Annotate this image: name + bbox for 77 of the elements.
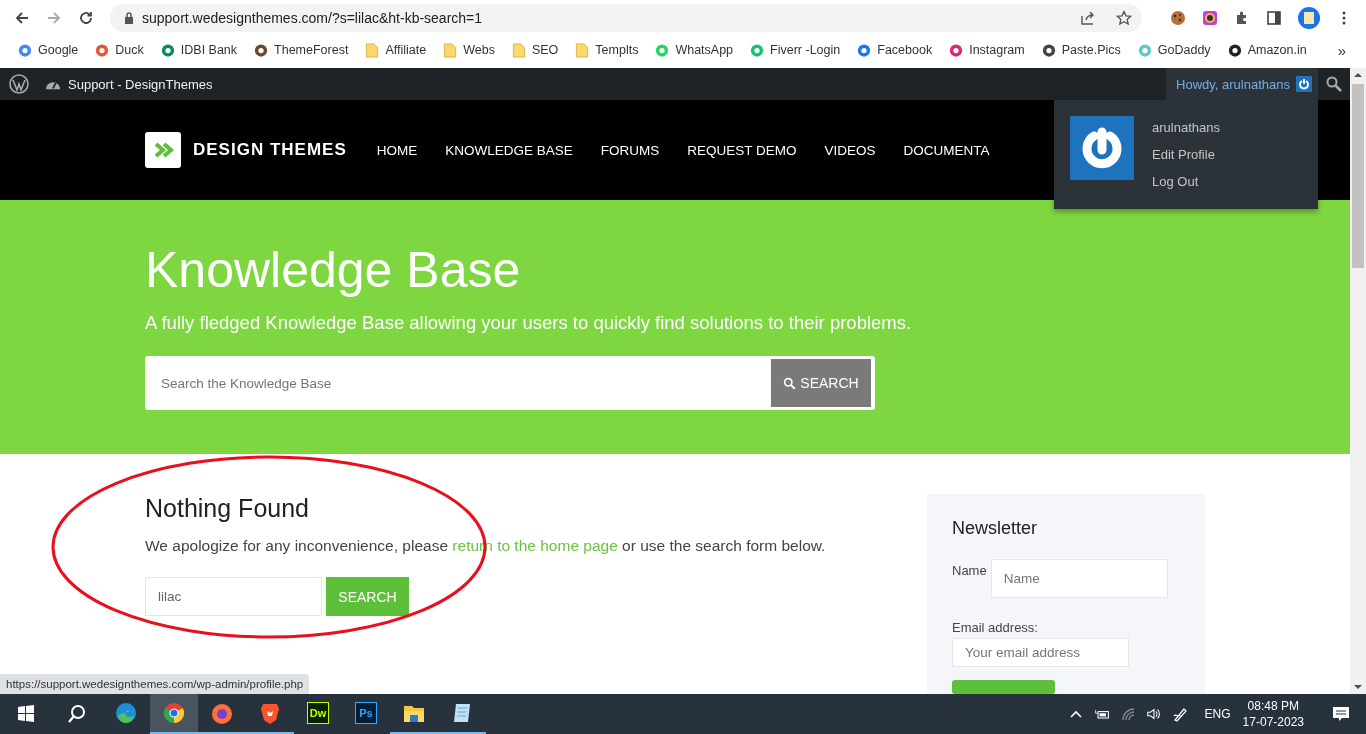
taskbar-app[interactable]: Ps xyxy=(342,694,390,734)
site-icon xyxy=(750,42,765,58)
address-bar[interactable]: support.wedesignthemes.com/?s=lilac&ht-kb-search=1 xyxy=(110,4,1142,32)
username: arulnathans xyxy=(1152,120,1220,135)
edge-icon xyxy=(114,701,138,725)
name-label: Name xyxy=(952,563,987,578)
bookmark-link[interactable]: SEO xyxy=(511,42,559,58)
site-icon xyxy=(857,42,872,58)
bookmark-link[interactable]: Templts xyxy=(575,42,639,58)
bookmark-link[interactable]: Affiliate xyxy=(365,42,427,58)
hero-subtitle: A fully fledged Knowledge Base allowing your users to quickly find solutions to their problems. xyxy=(145,312,913,334)
search-button[interactable]: SEARCH xyxy=(771,359,871,407)
email-label: Email address: xyxy=(952,620,1038,635)
nav-link[interactable]: DOCUMENTA xyxy=(903,142,990,158)
lock-icon xyxy=(124,12,134,24)
share-icon[interactable] xyxy=(1080,10,1096,26)
more-bookmarks[interactable]: » xyxy=(1337,41,1346,59)
site-icon xyxy=(18,42,32,58)
site-icon xyxy=(1137,42,1152,58)
bookmark-link[interactable]: IDBI Bank xyxy=(160,42,238,58)
site-icon xyxy=(95,42,110,58)
nav-link[interactable]: REQUEST DEMO xyxy=(687,142,797,158)
photoshop-icon: Ps xyxy=(355,702,377,724)
folder-icon xyxy=(365,42,380,58)
power-avatar-icon xyxy=(1296,76,1312,92)
site-icon xyxy=(1227,42,1242,58)
status-url: https://support.wedesignthemes.com/wp-admin/profile.php xyxy=(0,674,310,694)
dreamweaver-icon: Dw xyxy=(307,702,329,724)
lion-shield-icon xyxy=(258,701,282,725)
folder-icon xyxy=(511,42,526,58)
email-field[interactable]: Your email address xyxy=(952,638,1129,667)
search-field[interactable]: Search the Knowledge Base SEARCH xyxy=(145,356,875,410)
nav-link[interactable]: VIDEOS xyxy=(824,142,876,158)
language-indicator[interactable]: ENG xyxy=(1204,707,1231,721)
site-icon xyxy=(655,42,670,58)
bookmark-link[interactable]: Fiverr -Login xyxy=(750,42,841,58)
account-menu[interactable]: Howdy, arulnathans xyxy=(1166,68,1318,100)
logo-icon xyxy=(145,132,181,168)
results-title: Nothing Found xyxy=(145,494,310,523)
bookmark-link[interactable]: Duck xyxy=(95,42,144,58)
site-icon xyxy=(160,42,175,58)
logo-text: DESIGN THEMES xyxy=(193,140,347,160)
bookmark-link[interactable]: Webs xyxy=(443,42,495,58)
site-icon xyxy=(1041,42,1056,58)
bookmark-link[interactable]: WhatsApp xyxy=(655,42,734,58)
chrome-icon xyxy=(162,701,186,725)
power-avatar-icon xyxy=(1070,116,1134,180)
taskbar-app[interactable] xyxy=(150,694,198,734)
scrollbar-thumb[interactable] xyxy=(1352,84,1364,268)
clock-date[interactable]: 17-07-2023 xyxy=(1242,714,1304,730)
taskbar-app[interactable]: Dw xyxy=(294,694,342,734)
bookmark-link[interactable]: Facebook xyxy=(857,42,933,58)
name-field[interactable]: Name xyxy=(990,559,1168,598)
site-name-link[interactable]: Support - DesignThemes xyxy=(68,76,213,92)
folder-icon xyxy=(443,42,458,58)
user-menu-item[interactable]: Edit Profile xyxy=(1152,147,1220,162)
folder-icon xyxy=(575,42,590,58)
bookmark-link[interactable]: Google xyxy=(18,42,79,58)
firefox-icon xyxy=(210,701,234,725)
bookmark-link[interactable]: Paste.Pics xyxy=(1041,42,1121,58)
user-menu-item[interactable]: Log Out xyxy=(1152,174,1220,189)
url-text: support.wedesignthemes.com/?s=lilac&ht-kb-search=1 xyxy=(142,10,484,26)
bookmark-link[interactable]: Amazon.in xyxy=(1227,42,1307,58)
search-icon xyxy=(783,376,797,390)
bookmark-link[interactable]: Instagram xyxy=(949,42,1025,58)
search-field[interactable]: lilac xyxy=(145,577,322,616)
hero-title: Knowledge Base xyxy=(145,241,522,300)
bookmark-link[interactable]: ThemeForest xyxy=(254,42,349,58)
clock-time[interactable]: 08:48 PM xyxy=(1247,698,1299,714)
nav-link[interactable]: KNOWLEDGE BASE xyxy=(445,142,573,158)
newsletter-title: Newsletter xyxy=(952,518,1038,539)
nav-link[interactable]: HOME xyxy=(376,142,418,158)
site-icon xyxy=(254,42,269,58)
nav-link[interactable]: FORUMS xyxy=(600,142,660,158)
bookmark-link[interactable]: GoDaddy xyxy=(1137,42,1211,58)
site-icon xyxy=(949,42,964,58)
star-icon[interactable] xyxy=(1116,10,1132,26)
